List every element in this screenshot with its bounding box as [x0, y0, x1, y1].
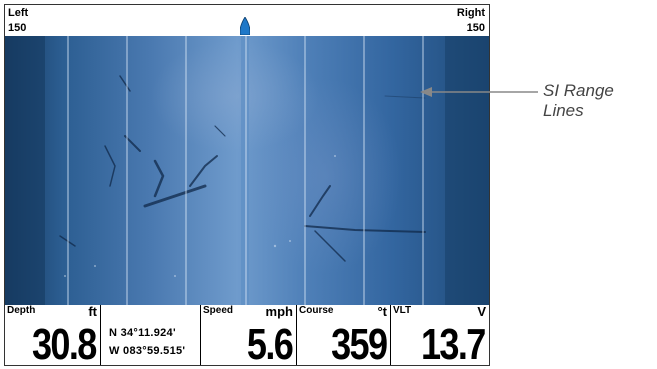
sonar-returns — [5, 36, 489, 305]
course-readout: Course °t 359 — [296, 304, 390, 369]
latitude-value: N 34°11.924' — [109, 327, 176, 339]
voltage-value: 13.7 — [421, 320, 486, 369]
callout-arrow — [420, 87, 538, 97]
voltage-label: VLT — [393, 305, 412, 316]
speed-label: Speed — [203, 305, 234, 316]
right-range-label: Right — [456, 7, 485, 19]
fishfinder-display: Left 150 Right 150 Depth ft 30.8 N 34°11… — [4, 4, 490, 369]
voltage-unit: V — [477, 304, 486, 319]
range-header: Left 150 Right 150 — [5, 5, 489, 36]
speed-readout: Speed mph 5.6 — [200, 304, 296, 369]
speed-value: 5.6 — [246, 320, 294, 369]
boat-icon — [240, 17, 250, 35]
left-range-value: 150 — [8, 22, 27, 34]
callout-label: SI Range Lines — [543, 81, 614, 120]
right-edge-shadow — [445, 36, 489, 305]
speed-unit: mph — [265, 304, 293, 319]
course-label: Course — [299, 305, 334, 316]
depth-label: Depth — [7, 305, 36, 316]
depth-readout: Depth ft 30.8 — [5, 304, 100, 369]
side-imaging-view — [5, 36, 489, 305]
right-range-value: 150 — [466, 22, 485, 34]
gps-position-readout: N 34°11.924' W 083°59.515' — [100, 305, 200, 365]
depth-value: 30.8 — [32, 320, 97, 369]
course-value: 359 — [330, 320, 388, 369]
longitude-value: W 083°59.515' — [109, 345, 186, 357]
left-edge-shadow — [5, 36, 45, 305]
digital-readouts-bar: Depth ft 30.8 N 34°11.924' W 083°59.515'… — [5, 304, 489, 369]
left-range-label: Left — [8, 7, 29, 19]
depth-unit: ft — [88, 304, 97, 319]
course-unit: °t — [377, 304, 387, 319]
si-range-lines — [67, 36, 424, 305]
voltage-readout: VLT V 13.7 — [390, 304, 489, 369]
water-column — [241, 36, 249, 305]
